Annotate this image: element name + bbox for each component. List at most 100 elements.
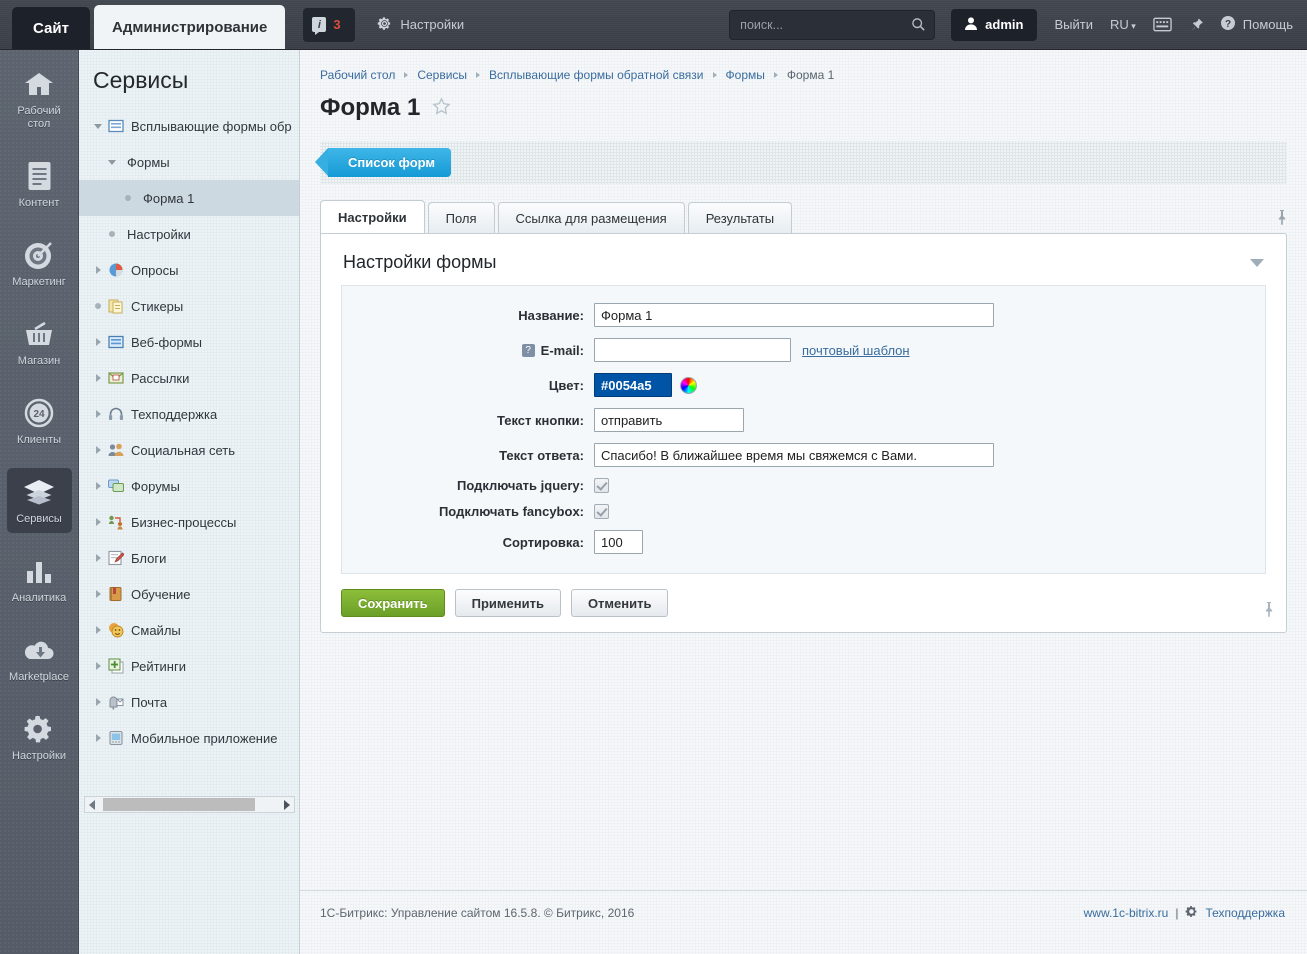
scroll-right-icon[interactable] [279,799,294,810]
search-icon[interactable] [911,17,926,35]
chevron-right-icon[interactable] [91,446,105,454]
scroll-left-icon[interactable] [85,799,100,810]
collapse-panel-icon[interactable] [1250,258,1264,267]
sidebar-item-popup-forms[interactable]: Всплывающие формы обр [79,108,299,144]
chevron-right-icon[interactable] [91,626,105,634]
rail-item-shop[interactable]: Магазин [7,310,72,375]
save-button[interactable]: Сохранить [341,589,445,617]
tab-results[interactable]: Результаты [687,202,793,233]
top-settings-link[interactable]: Настройки [377,16,464,34]
sidebar-item-mailings[interactable]: Рассылки [79,360,299,396]
mail-template-link[interactable]: почтовый шаблон [802,343,910,358]
jquery-checkbox[interactable] [594,478,609,493]
chevron-right-icon[interactable] [91,374,105,382]
breadcrumb-item[interactable]: Формы [726,68,765,82]
sidebar-item-social-network[interactable]: Социальная сеть [79,432,299,468]
chevron-right-icon[interactable] [91,338,105,346]
sidebar-item-webforms[interactable]: Веб-формы [79,324,299,360]
chevron-down-icon[interactable] [91,123,105,129]
help-hint-icon[interactable]: ? [521,343,535,357]
sidebar-item-blogs[interactable]: Блоги [79,540,299,576]
footer-site-link[interactable]: www.1c-bitrix.ru [1084,906,1169,920]
sidebar-item-business-processes[interactable]: Бизнес-процессы [79,504,299,540]
chevron-right-icon[interactable] [91,554,105,562]
chevron-right-icon[interactable] [91,734,105,742]
rail-label-marketing: Маркетинг [12,276,66,288]
answer-text-label: Текст ответа: [499,447,584,463]
sidebar-item-smileys[interactable]: Смайлы [79,612,299,648]
rail-item-marketplace[interactable]: Marketplace [7,626,72,691]
sidebar-item-settings[interactable]: Настройки [79,216,299,252]
target-icon [23,239,55,271]
apply-button-label: Применить [471,595,544,611]
tab-settings[interactable]: Настройки [320,200,425,233]
sidebar-item-polls[interactable]: Опросы [79,252,299,288]
rail-item-marketing[interactable]: Маркетинг [7,231,72,296]
clients-24-icon: 24 [23,397,55,429]
sidebar-item-form-1[interactable]: Форма 1 [79,180,299,216]
breadcrumb-item[interactable]: Всплывающие формы обратной связи [489,68,703,82]
color-input[interactable] [594,373,672,397]
sidebar-item-education[interactable]: Обучение [79,576,299,612]
fancybox-checkbox[interactable] [594,504,609,519]
search-input[interactable] [730,10,935,39]
chevron-down-icon[interactable] [105,159,119,165]
chevron-right-icon[interactable] [91,482,105,490]
pin-icon[interactable] [1275,209,1289,228]
search-box[interactable] [729,9,936,40]
sidebar-label: Форумы [131,478,180,494]
footer-support-link[interactable]: Техподдержка [1205,906,1285,920]
scroll-track[interactable] [100,796,279,813]
breadcrumb-item[interactable]: Сервисы [417,68,467,82]
rail-item-desktop[interactable]: Рабочий стол [7,60,72,138]
tab-fields[interactable]: Поля [427,202,495,233]
tab-administration[interactable]: Администрирование [94,5,286,49]
help-link[interactable]: ? Помощь [1220,15,1293,34]
color-picker-icon[interactable] [680,376,697,394]
pin-icon[interactable] [1262,601,1276,620]
answer-text-input[interactable] [594,443,994,467]
scroll-thumb[interactable] [103,798,255,811]
sidebar-item-mail[interactable]: Почта [79,684,299,720]
apply-button[interactable]: Применить [454,589,561,617]
document-icon [23,160,55,192]
language-selector[interactable]: RU ▾ [1110,17,1136,32]
chevron-right-icon[interactable] [91,266,105,274]
tab-site[interactable]: Сайт [12,7,90,49]
sidebar-item-forums[interactable]: Форумы [79,468,299,504]
tab-results-label: Результаты [705,210,775,226]
keyboard-icon[interactable] [1153,17,1172,32]
chevron-right-icon[interactable] [91,662,105,670]
email-input[interactable] [594,338,791,362]
sidebar-item-mobile-app[interactable]: Мобильное приложение [79,720,299,756]
chevron-right-icon[interactable] [91,698,105,706]
sidebar-item-ratings[interactable]: Рейтинги [79,648,299,684]
rail-item-services[interactable]: Сервисы [6,468,72,533]
breadcrumb-item[interactable]: Рабочий стол [320,68,395,82]
name-input[interactable] [594,303,994,327]
notifications-button[interactable]: i 3 [303,7,356,42]
cancel-button[interactable]: Отменить [570,589,669,617]
logout-link[interactable]: Выйти [1054,17,1093,32]
button-text-input[interactable] [594,408,744,432]
rail-item-analytics[interactable]: Аналитика [7,547,72,612]
chevron-right-icon[interactable] [91,518,105,526]
rail-item-content[interactable]: Контент [7,152,72,217]
chevron-right-icon[interactable] [91,590,105,598]
sort-input[interactable] [594,530,643,554]
sidebar-item-forms[interactable]: Формы [79,144,299,180]
tab-embed-link[interactable]: Ссылка для размещения [497,202,685,233]
sticker-icon [108,298,124,314]
sidebar-item-stickers[interactable]: Стикеры [79,288,299,324]
sidebar-horizontal-scrollbar[interactable] [84,796,295,813]
form-list-button[interactable]: Список форм [314,148,452,177]
favorite-star-icon[interactable] [432,97,451,119]
chevron-right-icon[interactable] [91,410,105,418]
headset-icon [108,406,124,422]
user-menu-button[interactable]: admin [951,8,1038,41]
rail-item-clients[interactable]: 24 Клиенты [7,389,72,454]
sidebar-item-support[interactable]: Техподдержка [79,396,299,432]
pin-icon[interactable] [1189,17,1204,33]
rail-item-settings[interactable]: Настройки [7,705,72,770]
rail-label-shop: Магазин [17,355,61,367]
